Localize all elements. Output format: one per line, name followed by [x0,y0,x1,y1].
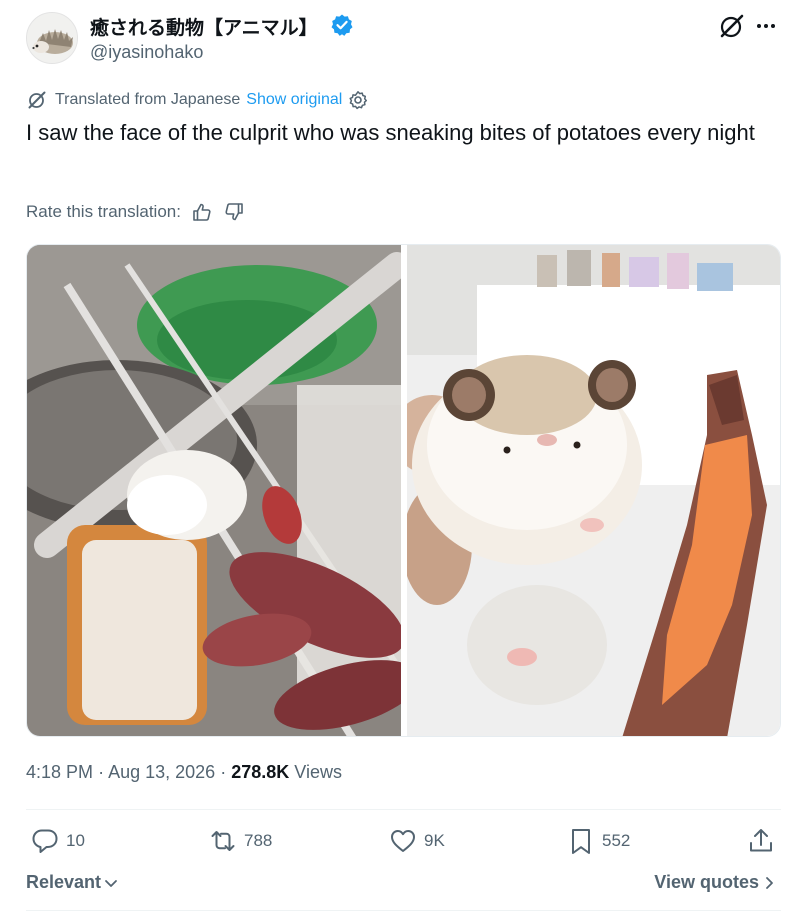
views-count: 278.8K [231,762,290,782]
photo-hamster-in-dish-rack[interactable] [27,245,401,737]
tweet-date[interactable]: Aug 13, 2026 [108,762,215,782]
rate-label: Rate this translation: [26,202,181,221]
share-button[interactable] [746,826,776,856]
repost-count: 788 [244,831,273,850]
share-icon [750,829,772,852]
grok-translate-icon [28,91,46,109]
photo-hamster-with-potato[interactable] [407,245,781,737]
meta-separator: · [98,762,105,782]
chevron-down-icon [105,879,117,887]
meta-separator: · [220,762,227,782]
tweet-meta: 4:18 PM · Aug 13, 2026 · 278.8K Views [26,762,342,783]
relevant-label: Relevant [26,872,102,892]
avatar[interactable] [26,12,78,64]
like-count: 9K [424,831,445,850]
rate-translation: Rate this translation: [26,200,245,224]
bookmark-count: 552 [602,831,631,850]
view-quotes-link[interactable]: View quotes [654,872,777,893]
translation-notice: Translated from Japanese Show original [27,89,368,111]
bookmark-icon [572,829,590,854]
bookmark-button[interactable]: 552 [566,826,630,856]
heart-icon [391,830,415,852]
verified-badge-icon [331,14,353,36]
grok-icon[interactable] [718,12,746,40]
thumbs-up-icon[interactable] [191,201,213,223]
tweet-header: 癒される動物【アニマル】 @iyasinohako [0,0,787,80]
repost-icon [211,831,235,851]
views-label: Views [294,762,342,782]
handle[interactable]: @iyasinohako [90,42,203,63]
chevron-right-icon [766,876,773,889]
translated-label: Translated from Japanese [55,91,241,108]
tweet-text: I saw the face of the culprit who was sn… [26,120,755,145]
more-dots-icon[interactable] [752,12,780,40]
like-button[interactable]: 9K [388,826,445,856]
thumbs-down-icon[interactable] [223,201,245,223]
hedgehog-avatar-icon [27,13,77,63]
divider [26,809,781,810]
view-quotes-label: View quotes [654,872,759,892]
display-name[interactable]: 癒される動物【アニマル】 [90,13,318,40]
reply-count: 10 [66,831,85,850]
reply-button[interactable]: 10 [30,826,85,856]
repost-button[interactable]: 788 [208,826,272,856]
media-grid [26,244,781,737]
gear-icon[interactable] [348,90,368,110]
reply-icon [32,829,58,853]
show-original-link[interactable]: Show original [246,91,342,109]
divider [26,910,781,911]
tweet-time[interactable]: 4:18 PM [26,762,93,782]
sort-relevant-dropdown[interactable]: Relevant [26,872,119,893]
